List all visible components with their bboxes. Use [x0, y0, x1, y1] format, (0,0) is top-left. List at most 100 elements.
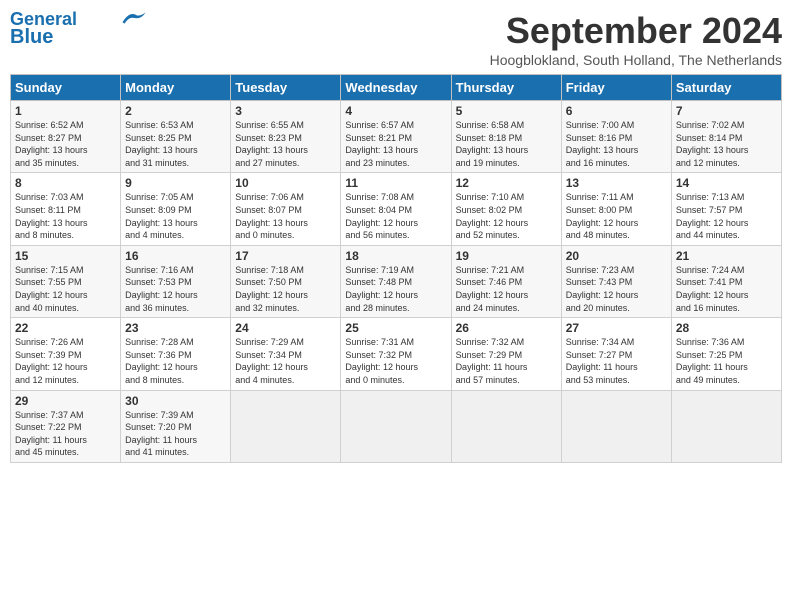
day-info: Sunrise: 7:26 AM Sunset: 7:39 PM Dayligh… [15, 336, 116, 386]
weekday-header-saturday: Saturday [671, 75, 781, 101]
day-number: 27 [566, 321, 667, 335]
day-number: 6 [566, 104, 667, 118]
calendar-cell [671, 390, 781, 462]
calendar-week-row: 22Sunrise: 7:26 AM Sunset: 7:39 PM Dayli… [11, 318, 782, 390]
calendar-cell: 19Sunrise: 7:21 AM Sunset: 7:46 PM Dayli… [451, 245, 561, 317]
day-info: Sunrise: 7:32 AM Sunset: 7:29 PM Dayligh… [456, 336, 557, 386]
day-number: 28 [676, 321, 777, 335]
calendar-cell: 5Sunrise: 6:58 AM Sunset: 8:18 PM Daylig… [451, 101, 561, 173]
weekday-header-wednesday: Wednesday [341, 75, 451, 101]
calendar-week-row: 1Sunrise: 6:52 AM Sunset: 8:27 PM Daylig… [11, 101, 782, 173]
calendar-cell: 26Sunrise: 7:32 AM Sunset: 7:29 PM Dayli… [451, 318, 561, 390]
day-info: Sunrise: 7:05 AM Sunset: 8:09 PM Dayligh… [125, 191, 226, 241]
calendar-cell: 14Sunrise: 7:13 AM Sunset: 7:57 PM Dayli… [671, 173, 781, 245]
calendar-cell: 16Sunrise: 7:16 AM Sunset: 7:53 PM Dayli… [121, 245, 231, 317]
calendar-cell: 11Sunrise: 7:08 AM Sunset: 8:04 PM Dayli… [341, 173, 451, 245]
calendar-cell: 8Sunrise: 7:03 AM Sunset: 8:11 PM Daylig… [11, 173, 121, 245]
day-number: 30 [125, 394, 226, 408]
day-number: 8 [15, 176, 116, 190]
day-number: 25 [345, 321, 446, 335]
calendar-cell: 18Sunrise: 7:19 AM Sunset: 7:48 PM Dayli… [341, 245, 451, 317]
calendar-cell: 24Sunrise: 7:29 AM Sunset: 7:34 PM Dayli… [231, 318, 341, 390]
day-number: 10 [235, 176, 336, 190]
calendar-cell: 29Sunrise: 7:37 AM Sunset: 7:22 PM Dayli… [11, 390, 121, 462]
logo: General Blue [10, 10, 147, 48]
calendar-cell: 4Sunrise: 6:57 AM Sunset: 8:21 PM Daylig… [341, 101, 451, 173]
day-info: Sunrise: 7:15 AM Sunset: 7:55 PM Dayligh… [15, 264, 116, 314]
day-number: 14 [676, 176, 777, 190]
day-number: 4 [345, 104, 446, 118]
day-number: 29 [15, 394, 116, 408]
calendar-cell [341, 390, 451, 462]
day-number: 18 [345, 249, 446, 263]
calendar-cell: 12Sunrise: 7:10 AM Sunset: 8:02 PM Dayli… [451, 173, 561, 245]
day-info: Sunrise: 6:52 AM Sunset: 8:27 PM Dayligh… [15, 119, 116, 169]
calendar-cell: 6Sunrise: 7:00 AM Sunset: 8:16 PM Daylig… [561, 101, 671, 173]
day-info: Sunrise: 7:19 AM Sunset: 7:48 PM Dayligh… [345, 264, 446, 314]
day-info: Sunrise: 7:34 AM Sunset: 7:27 PM Dayligh… [566, 336, 667, 386]
calendar-cell [451, 390, 561, 462]
day-info: Sunrise: 6:57 AM Sunset: 8:21 PM Dayligh… [345, 119, 446, 169]
calendar-cell: 13Sunrise: 7:11 AM Sunset: 8:00 PM Dayli… [561, 173, 671, 245]
day-number: 15 [15, 249, 116, 263]
day-number: 1 [15, 104, 116, 118]
calendar-cell: 10Sunrise: 7:06 AM Sunset: 8:07 PM Dayli… [231, 173, 341, 245]
day-info: Sunrise: 7:00 AM Sunset: 8:16 PM Dayligh… [566, 119, 667, 169]
day-info: Sunrise: 7:37 AM Sunset: 7:22 PM Dayligh… [15, 409, 116, 459]
calendar-cell: 1Sunrise: 6:52 AM Sunset: 8:27 PM Daylig… [11, 101, 121, 173]
day-number: 7 [676, 104, 777, 118]
calendar-cell: 21Sunrise: 7:24 AM Sunset: 7:41 PM Dayli… [671, 245, 781, 317]
calendar-cell: 23Sunrise: 7:28 AM Sunset: 7:36 PM Dayli… [121, 318, 231, 390]
day-info: Sunrise: 7:06 AM Sunset: 8:07 PM Dayligh… [235, 191, 336, 241]
calendar-table: SundayMondayTuesdayWednesdayThursdayFrid… [10, 74, 782, 463]
day-number: 16 [125, 249, 226, 263]
day-number: 13 [566, 176, 667, 190]
logo-bird-icon [119, 9, 147, 27]
weekday-header-thursday: Thursday [451, 75, 561, 101]
day-number: 20 [566, 249, 667, 263]
calendar-cell: 28Sunrise: 7:36 AM Sunset: 7:25 PM Dayli… [671, 318, 781, 390]
day-number: 11 [345, 176, 446, 190]
calendar-cell: 25Sunrise: 7:31 AM Sunset: 7:32 PM Dayli… [341, 318, 451, 390]
month-title: September 2024 [490, 10, 782, 52]
day-number: 22 [15, 321, 116, 335]
weekday-header-friday: Friday [561, 75, 671, 101]
calendar-cell: 22Sunrise: 7:26 AM Sunset: 7:39 PM Dayli… [11, 318, 121, 390]
day-info: Sunrise: 7:11 AM Sunset: 8:00 PM Dayligh… [566, 191, 667, 241]
location-subtitle: Hoogblokland, South Holland, The Netherl… [490, 52, 782, 68]
calendar-cell: 2Sunrise: 6:53 AM Sunset: 8:25 PM Daylig… [121, 101, 231, 173]
day-info: Sunrise: 7:23 AM Sunset: 7:43 PM Dayligh… [566, 264, 667, 314]
day-info: Sunrise: 7:03 AM Sunset: 8:11 PM Dayligh… [15, 191, 116, 241]
day-number: 26 [456, 321, 557, 335]
day-info: Sunrise: 7:24 AM Sunset: 7:41 PM Dayligh… [676, 264, 777, 314]
calendar-cell: 27Sunrise: 7:34 AM Sunset: 7:27 PM Dayli… [561, 318, 671, 390]
calendar-cell [231, 390, 341, 462]
calendar-cell: 3Sunrise: 6:55 AM Sunset: 8:23 PM Daylig… [231, 101, 341, 173]
title-area: September 2024 Hoogblokland, South Holla… [490, 10, 782, 68]
day-info: Sunrise: 7:10 AM Sunset: 8:02 PM Dayligh… [456, 191, 557, 241]
day-info: Sunrise: 6:58 AM Sunset: 8:18 PM Dayligh… [456, 119, 557, 169]
weekday-header-sunday: Sunday [11, 75, 121, 101]
day-info: Sunrise: 7:31 AM Sunset: 7:32 PM Dayligh… [345, 336, 446, 386]
calendar-cell: 20Sunrise: 7:23 AM Sunset: 7:43 PM Dayli… [561, 245, 671, 317]
day-info: Sunrise: 7:21 AM Sunset: 7:46 PM Dayligh… [456, 264, 557, 314]
day-number: 19 [456, 249, 557, 263]
day-number: 21 [676, 249, 777, 263]
day-number: 23 [125, 321, 226, 335]
calendar-week-row: 15Sunrise: 7:15 AM Sunset: 7:55 PM Dayli… [11, 245, 782, 317]
day-info: Sunrise: 7:08 AM Sunset: 8:04 PM Dayligh… [345, 191, 446, 241]
day-number: 9 [125, 176, 226, 190]
calendar-week-row: 29Sunrise: 7:37 AM Sunset: 7:22 PM Dayli… [11, 390, 782, 462]
day-number: 3 [235, 104, 336, 118]
weekday-header-monday: Monday [121, 75, 231, 101]
day-number: 5 [456, 104, 557, 118]
day-info: Sunrise: 6:53 AM Sunset: 8:25 PM Dayligh… [125, 119, 226, 169]
day-info: Sunrise: 6:55 AM Sunset: 8:23 PM Dayligh… [235, 119, 336, 169]
day-info: Sunrise: 7:02 AM Sunset: 8:14 PM Dayligh… [676, 119, 777, 169]
day-info: Sunrise: 7:29 AM Sunset: 7:34 PM Dayligh… [235, 336, 336, 386]
day-number: 2 [125, 104, 226, 118]
day-number: 24 [235, 321, 336, 335]
day-info: Sunrise: 7:39 AM Sunset: 7:20 PM Dayligh… [125, 409, 226, 459]
day-info: Sunrise: 7:36 AM Sunset: 7:25 PM Dayligh… [676, 336, 777, 386]
weekday-header-row: SundayMondayTuesdayWednesdayThursdayFrid… [11, 75, 782, 101]
